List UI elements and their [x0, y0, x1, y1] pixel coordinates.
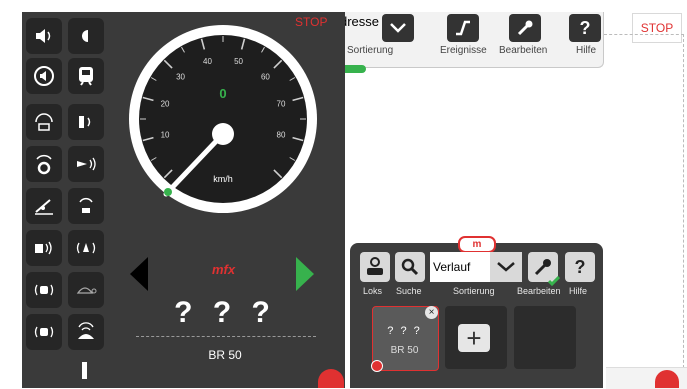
- help-icon: ?: [574, 256, 586, 277]
- help-icon: ?: [579, 17, 591, 38]
- help-label: Hilfe: [569, 286, 588, 296]
- loco-name-divider: [136, 336, 316, 337]
- loco-card-name: ? ? ?: [387, 325, 422, 337]
- direction-left-arrow[interactable]: [130, 257, 148, 291]
- sound-icon[interactable]: [26, 18, 62, 54]
- bg-help-button[interactable]: ?: [569, 14, 601, 42]
- locos-label: Loks: [363, 286, 383, 296]
- brake-sound-icon[interactable]: [26, 314, 62, 350]
- bell-icon[interactable]: [26, 230, 62, 266]
- status-dot: [371, 360, 383, 372]
- chuff-icon[interactable]: [68, 230, 104, 266]
- gauge-tick-label: 60: [261, 73, 270, 82]
- search-button[interactable]: [395, 252, 425, 282]
- pantograph-icon[interactable]: [68, 314, 104, 350]
- sort-select[interactable]: Verlauf: [430, 252, 490, 282]
- bg-divider: [604, 34, 684, 35]
- gauge-tick-label: 30: [176, 73, 185, 82]
- chevron-down-icon: [497, 262, 515, 272]
- turtle-icon[interactable]: [68, 272, 104, 308]
- gauge-tick-label: 10: [161, 131, 170, 140]
- speed-unit: km/h: [213, 174, 233, 184]
- bg-edit-label: Bearbeiten: [499, 45, 548, 56]
- events-icon: [456, 20, 470, 36]
- search-label: Suche: [396, 286, 422, 296]
- add-loco-button[interactable]: +: [458, 324, 490, 352]
- bg-divider-vertical: [683, 34, 684, 388]
- speed-value: 0: [219, 86, 226, 101]
- horn-icon[interactable]: [68, 146, 104, 182]
- loco-card-type: BR 50: [390, 345, 419, 356]
- speed-marker: [164, 188, 172, 196]
- gauge-tick-label: 20: [161, 99, 170, 108]
- needle-hub: [212, 123, 234, 145]
- volume-icon[interactable]: [26, 58, 62, 94]
- bg-stop-button[interactable]: STOP: [632, 13, 682, 43]
- locos-icon: [367, 257, 383, 275]
- train-icon[interactable]: [655, 370, 679, 388]
- fan-icon[interactable]: [26, 146, 62, 182]
- gauge-tick-label: 50: [234, 57, 243, 66]
- bg-sort-label: Sortierung: [347, 45, 394, 56]
- search-icon: [401, 258, 419, 276]
- bg-events-button[interactable]: [447, 14, 479, 42]
- checkmark-icon: [548, 276, 560, 286]
- bg-address-label: dresse: [340, 14, 380, 29]
- speedometer-gauge[interactable]: 10 20 30 40 50 60 70 80 0 km/h: [128, 24, 318, 214]
- bg-events-label: Ereignisse: [440, 45, 487, 56]
- light-icon[interactable]: [68, 18, 104, 54]
- gauge-tick-label: 80: [277, 131, 286, 140]
- gauge-tick-label: 70: [277, 99, 286, 108]
- loco-sound-icon[interactable]: [26, 272, 62, 308]
- gauge-tick-label: 40: [203, 57, 212, 66]
- loco-type: BR 50: [208, 348, 242, 362]
- sort-dropdown-button[interactable]: [490, 252, 522, 282]
- close-icon[interactable]: ×: [425, 306, 438, 319]
- coupler-icon[interactable]: [26, 104, 62, 140]
- wrench-icon: [517, 20, 533, 36]
- chevron-down-icon: [390, 23, 406, 33]
- direction-right-arrow[interactable]: [296, 257, 314, 291]
- train-icon[interactable]: [318, 369, 344, 388]
- wrench-icon: [534, 259, 551, 276]
- loco-name: ? ? ?: [174, 296, 276, 329]
- cab-light-icon[interactable]: [68, 104, 104, 140]
- help-button[interactable]: ?: [565, 252, 595, 282]
- function-scrollbar[interactable]: [82, 362, 87, 379]
- selector-tab[interactable]: m: [458, 236, 496, 253]
- protocol-badge: mfx: [212, 262, 236, 277]
- edit-button[interactable]: [528, 252, 560, 286]
- edit-label: Bearbeiten: [517, 286, 561, 296]
- sort-label: Sortierung: [453, 286, 495, 296]
- locos-button[interactable]: [360, 252, 390, 282]
- bg-sort-dropdown-button[interactable]: [382, 14, 414, 42]
- shovel-icon[interactable]: [26, 188, 62, 224]
- bg-edit-button[interactable]: [509, 14, 541, 42]
- bg-help-label: Hilfe: [576, 45, 597, 56]
- railcar-icon[interactable]: [68, 58, 104, 94]
- steam-icon[interactable]: [68, 188, 104, 224]
- loco-slot-empty: [514, 306, 576, 369]
